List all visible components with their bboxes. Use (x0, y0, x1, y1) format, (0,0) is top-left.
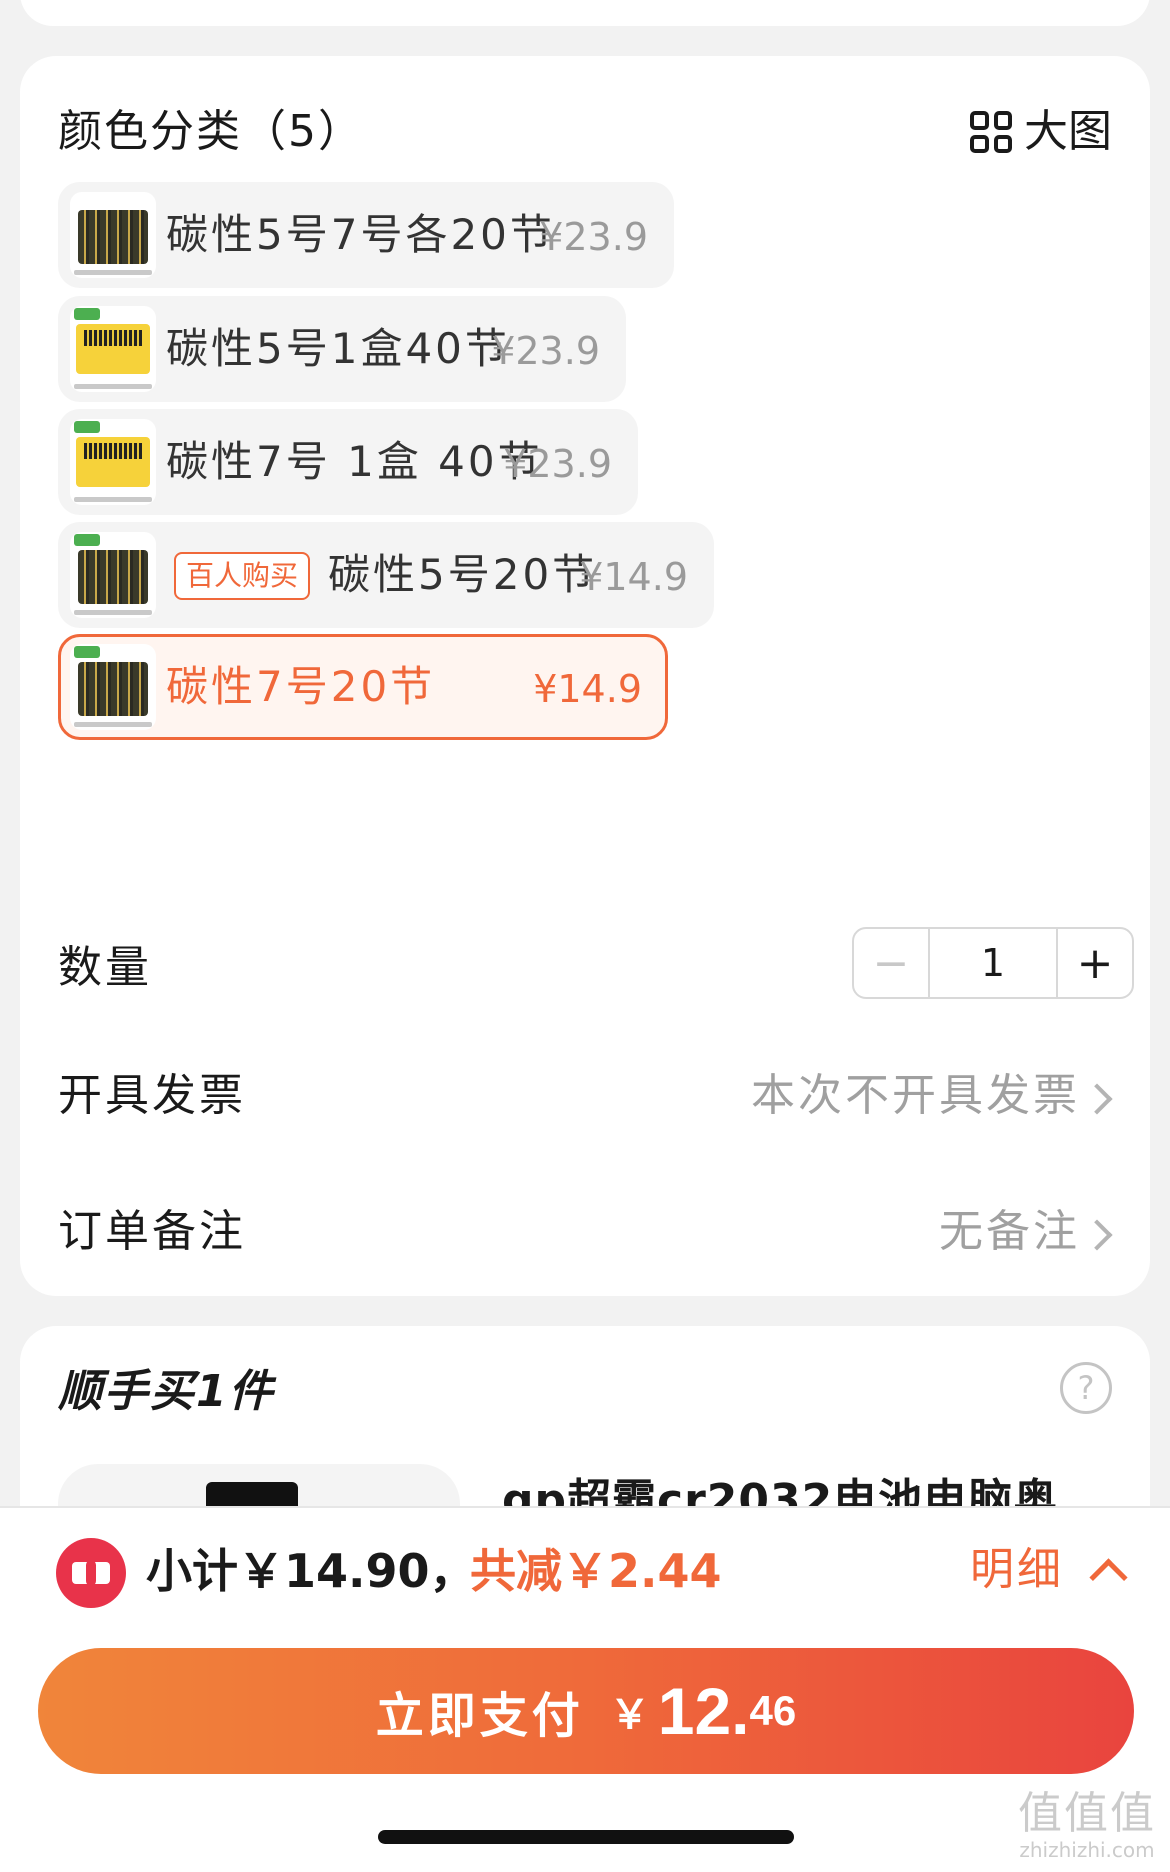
popular-badge: 百人购买 (174, 552, 311, 600)
sku-option-name: 碳性5号1盒40节 (166, 324, 510, 373)
pay-amount-decimal: 46 (749, 1687, 797, 1734)
sku-option[interactable]: 碳性5号1盒40节 ¥23.9 (58, 296, 626, 402)
home-indicator (378, 1830, 794, 1844)
subtotal-text: 小计￥14.90， (146, 1544, 476, 1598)
spec-section-title: 颜色分类（5） (58, 106, 364, 157)
grid-icon (970, 111, 1012, 153)
sku-option-price: ¥23.9 (491, 329, 600, 373)
sku-thumbnail (70, 306, 156, 392)
sku-option-name: 碳性7号 1盒 40节 (166, 437, 543, 486)
previous-card (20, 0, 1150, 26)
watermark-site: zhizhizhi.com (1019, 1838, 1155, 1862)
quantity-value[interactable]: 1 (930, 929, 1056, 997)
sku-option-selected[interactable]: 碳性7号20节 ¥14.9 (58, 634, 668, 740)
sku-option[interactable]: 碳性5号7号各20节 ¥23.9 (58, 182, 674, 288)
sku-option-price: ¥23.9 (539, 215, 648, 259)
pay-now-label: 立即支付 (375, 1690, 584, 1743)
invoice-value: 本次不开具发票 (751, 1070, 1080, 1121)
sku-option-price: ¥14.9 (533, 667, 642, 711)
decrease-button[interactable]: − (854, 929, 930, 997)
sku-option-price: ¥14.9 (579, 555, 688, 599)
pay-amount-integer: 12. (657, 1674, 750, 1748)
order-note-label: 订单备注 (58, 1206, 246, 1257)
sku-thumbnail (70, 419, 156, 505)
sku-thumbnail (70, 644, 156, 730)
discount-text: 共减￥2.44 (470, 1544, 722, 1598)
pay-currency: ￥ (609, 1693, 650, 1737)
addon-title: 顺手买1件 (58, 1366, 275, 1417)
order-note-value: 无备注 (939, 1206, 1080, 1257)
detail-link[interactable]: 明细 (970, 1548, 1064, 1592)
sku-option-name: 碳性5号7号各20节 (166, 210, 555, 259)
invoice-label: 开具发票 (58, 1070, 246, 1121)
big-picture-label: 大图 (1024, 106, 1112, 157)
checkout-bar: 小计￥14.90， 共减￥2.44 明细 立即支付 ￥ 12. 46 值值值 z… (0, 1506, 1170, 1872)
sku-thumbnail (70, 192, 156, 278)
help-icon[interactable]: ? (1060, 1362, 1112, 1414)
sku-option[interactable]: 碳性7号 1盒 40节 ¥23.9 (58, 409, 638, 515)
watermark: 值值值 zhizhizhi.com (1018, 1788, 1156, 1862)
increase-button[interactable]: + (1056, 929, 1132, 997)
quantity-label: 数量 (58, 942, 152, 993)
big-picture-button[interactable]: 大图 (970, 110, 1112, 154)
watermark-logo: 值值值 (1018, 1788, 1156, 1839)
pay-now-button[interactable]: 立即支付 ￥ 12. 46 (38, 1648, 1134, 1774)
sku-option[interactable]: 百人购买 碳性5号20节 ¥14.9 (58, 522, 714, 628)
sku-option-price: ¥23.9 (503, 442, 612, 486)
sku-option-name: 碳性5号20节 (328, 550, 598, 599)
sku-option-name: 碳性7号20节 (166, 662, 436, 711)
quantity-stepper: − 1 + (852, 927, 1134, 999)
sku-thumbnail (70, 532, 156, 618)
coupon-icon (56, 1538, 126, 1608)
chevron-up-icon[interactable] (1089, 1558, 1128, 1597)
